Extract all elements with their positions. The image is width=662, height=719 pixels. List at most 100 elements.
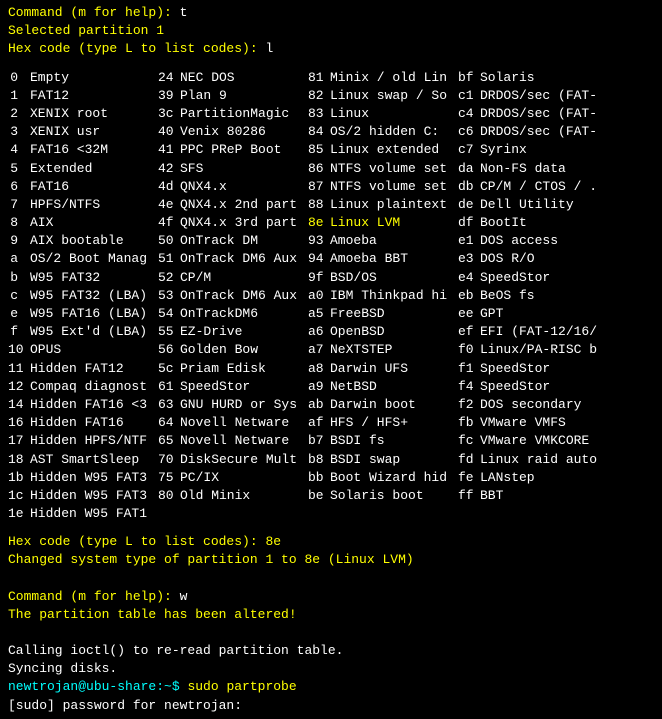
ptype-code: 4 [8, 141, 30, 159]
status-syncing: Syncing disks. [8, 660, 654, 678]
ptype-code: 11 [8, 360, 30, 378]
ptype-code: 53 [158, 287, 180, 305]
ptype-code: 56 [158, 341, 180, 359]
ptype-code: 85 [308, 141, 330, 159]
ptype-code: 87 [308, 178, 330, 196]
shell-command: sudo partprobe [187, 679, 296, 694]
ptype-name: Golden Bow [180, 341, 308, 359]
ptype-name: SpeedStor [480, 378, 608, 396]
ptype-name: GPT [480, 305, 608, 323]
ptype-name: Plan 9 [180, 87, 308, 105]
ptype-code: 1 [8, 87, 30, 105]
ptype-code: c6 [458, 123, 480, 141]
ptype-code: ef [458, 323, 480, 341]
ptype-code: be [308, 487, 330, 505]
user-input: w [180, 589, 188, 604]
ptype-code: c7 [458, 141, 480, 159]
ptype-code: 40 [158, 123, 180, 141]
ptype-code: 0 [8, 69, 30, 87]
ptype-name: FAT16 [30, 178, 158, 196]
ptype-name: QNX4.x 2nd part [180, 196, 308, 214]
ptype-code: bf [458, 69, 480, 87]
user-input: l [265, 41, 273, 56]
ptype-code: 5c [158, 360, 180, 378]
ptype-name: DRDOS/sec (FAT- [480, 105, 608, 123]
ptype-name: OnTrackDM6 [180, 305, 308, 323]
ptype-code: 55 [158, 323, 180, 341]
hex-prompt: Hex code (type L to list codes): [8, 534, 265, 549]
ptype-name: NTFS volume set [330, 160, 458, 178]
ptype-code: f0 [458, 341, 480, 359]
ptype-name: CP/M / CTOS / . [480, 178, 608, 196]
terminal-output: Command (m for help): t Selected partiti… [8, 4, 654, 715]
ptype-name [180, 505, 308, 523]
ptype-code: db [458, 178, 480, 196]
ptype-code: 39 [158, 87, 180, 105]
ptype-code: 2 [8, 105, 30, 123]
ptype-code: 84 [308, 123, 330, 141]
ptype-code: 65 [158, 432, 180, 450]
ptype-code: a5 [308, 305, 330, 323]
ptype-code: 54 [158, 305, 180, 323]
ptype-name: VMware VMFS [480, 414, 608, 432]
ptype-name: Hidden FAT16 [30, 414, 158, 432]
ptype-name: Amoeba [330, 232, 458, 250]
ptype-name: OnTrack DM6 Aux [180, 250, 308, 268]
ptype-code: 41 [158, 141, 180, 159]
ptype-name: Darwin boot [330, 396, 458, 414]
status-altered: The partition table has been altered! [8, 606, 654, 624]
ptype-name: DRDOS/sec (FAT- [480, 123, 608, 141]
ptype-code: 50 [158, 232, 180, 250]
ptype-code: 52 [158, 269, 180, 287]
ptype-code: 93 [308, 232, 330, 250]
ptype-code: e4 [458, 269, 480, 287]
ptype-name: HPFS/NTFS [30, 196, 158, 214]
ptype-name: OnTrack DM [180, 232, 308, 250]
ptype-name: Solaris boot [330, 487, 458, 505]
ptype-name: Hidden W95 FAT3 [30, 487, 158, 505]
ptype-name: Linux LVM [330, 214, 458, 232]
ptype-name: DiskSecure Mult [180, 451, 308, 469]
sudo-prompt[interactable]: [sudo] password for newtrojan: [8, 697, 654, 715]
ptype-code: e3 [458, 250, 480, 268]
ptype-code: 9 [8, 232, 30, 250]
ptype-code: 24 [158, 69, 180, 87]
ptype-name: FAT12 [30, 87, 158, 105]
ptype-code: 12 [8, 378, 30, 396]
ptype-name: Linux swap / So [330, 87, 458, 105]
ptype-code: c [8, 287, 30, 305]
ptype-name: FAT16 <32M [30, 141, 158, 159]
ptype-name: SpeedStor [480, 360, 608, 378]
ptype-name: Minix / old Lin [330, 69, 458, 87]
ptype-code: 88 [308, 196, 330, 214]
ptype-name: Solaris [480, 69, 608, 87]
ptype-code: 3 [8, 123, 30, 141]
ptype-code: 81 [308, 69, 330, 87]
ptype-name: Hidden W95 FAT3 [30, 469, 158, 487]
ptype-name: Linux/PA-RISC b [480, 341, 608, 359]
ptype-code: 42 [158, 160, 180, 178]
ptype-code: b [8, 269, 30, 287]
ptype-code: a8 [308, 360, 330, 378]
ptype-name: XENIX usr [30, 123, 158, 141]
ptype-code [158, 505, 180, 523]
ptype-name: Boot Wizard hid [330, 469, 458, 487]
ptype-code: 4e [158, 196, 180, 214]
ptype-code: ff [458, 487, 480, 505]
ptype-name: DRDOS/sec (FAT- [480, 87, 608, 105]
ptype-code: 9f [308, 269, 330, 287]
ptype-name: OS/2 hidden C: [330, 123, 458, 141]
ptype-code: 8 [8, 214, 30, 232]
ptype-code: 14 [8, 396, 30, 414]
ptype-name [480, 505, 608, 523]
ptype-name: NetBSD [330, 378, 458, 396]
ptype-code: f1 [458, 360, 480, 378]
ptype-code: b8 [308, 451, 330, 469]
ptype-name: W95 FAT32 [30, 269, 158, 287]
ptype-name: Linux raid auto [480, 451, 608, 469]
ptype-name: PartitionMagic [180, 105, 308, 123]
ptype-name: Linux plaintext [330, 196, 458, 214]
ptype-code: 64 [158, 414, 180, 432]
ptype-name [330, 505, 458, 523]
ptype-code: 61 [158, 378, 180, 396]
